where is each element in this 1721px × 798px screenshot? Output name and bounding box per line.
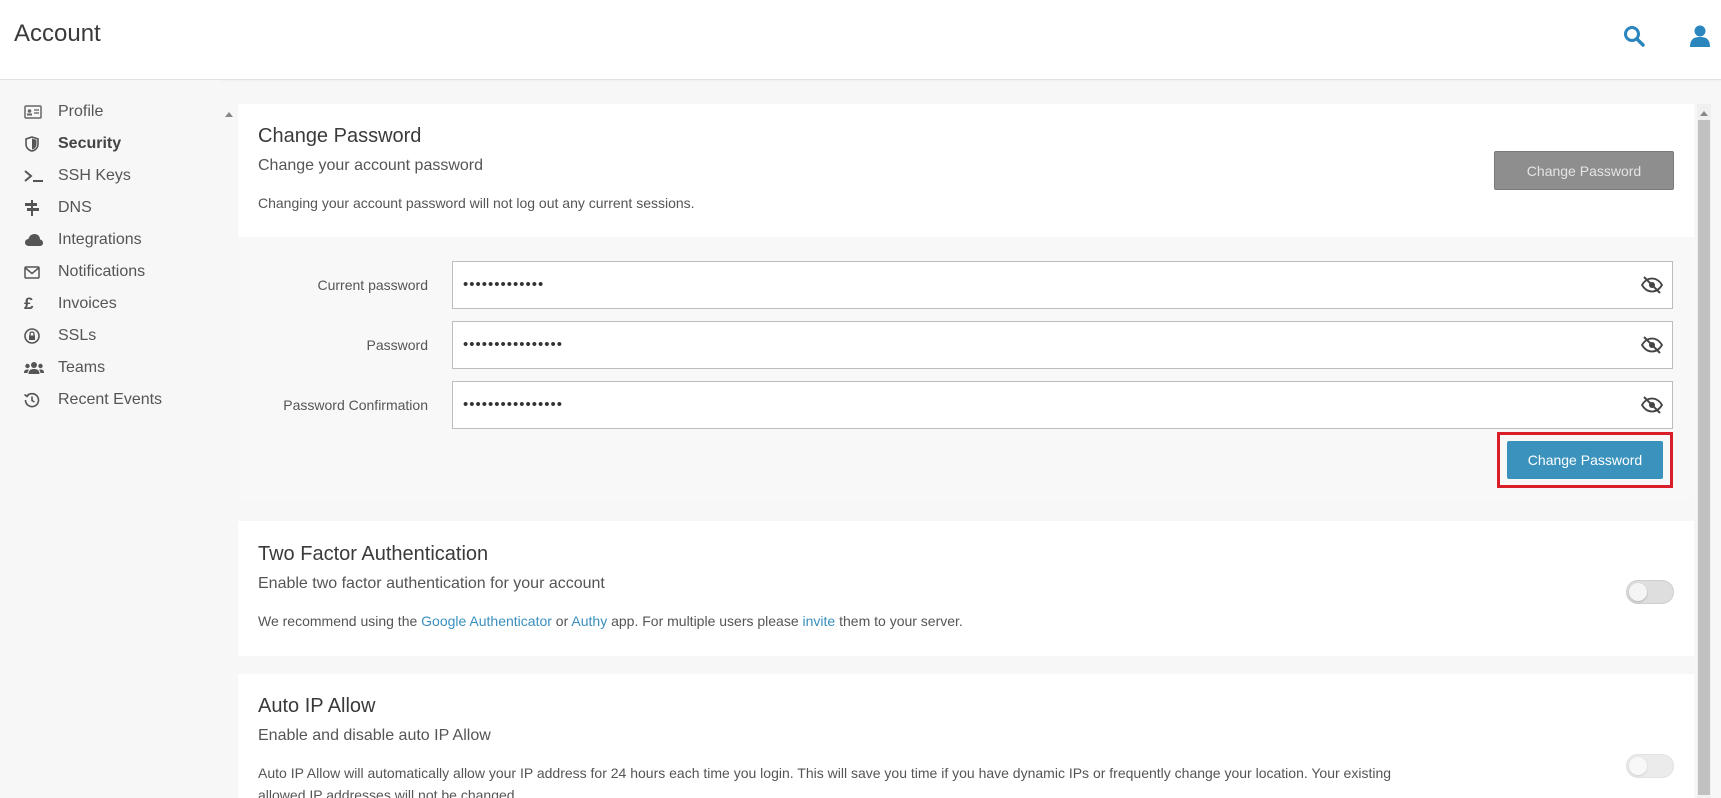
sidebar-item-label: Invoices xyxy=(58,295,117,312)
sidebar-item-ssls[interactable]: SSLs xyxy=(24,323,214,349)
two-factor-toggle[interactable] xyxy=(1626,580,1674,604)
password-confirmation-label: Password Confirmation xyxy=(283,397,428,413)
google-authenticator-link[interactable]: Google Authenticator xyxy=(421,613,552,629)
sidebar-item-label: DNS xyxy=(58,199,92,216)
sidebar-item-teams[interactable]: Teams xyxy=(24,355,214,381)
eye-slash-icon[interactable] xyxy=(1640,395,1664,415)
scroll-up-arrow[interactable] xyxy=(1699,106,1709,116)
authy-link[interactable]: Authy xyxy=(571,613,607,629)
note-text: We recommend using the xyxy=(258,613,422,629)
note-text: them to your server. xyxy=(835,613,963,629)
top-bar: Account xyxy=(0,0,1721,80)
envelope-icon xyxy=(24,263,46,281)
current-password-label: Current password xyxy=(317,277,429,293)
note-text: or xyxy=(551,613,572,629)
page-title: Account xyxy=(14,20,101,47)
sidebar-item-integrations[interactable]: Integrations xyxy=(24,227,214,253)
sidebar-item-profile[interactable]: Profile xyxy=(24,99,214,125)
change-password-note: Changing your account password will not … xyxy=(258,195,695,211)
two-factor-card: Two Factor Authentication Enable two fac… xyxy=(238,521,1694,656)
scrollbar-thumb[interactable] xyxy=(1698,120,1710,795)
auto-ip-card: Auto IP Allow Enable and disable auto IP… xyxy=(238,674,1694,798)
user-icon[interactable] xyxy=(1686,22,1714,50)
sidebar-item-notifications[interactable]: Notifications xyxy=(24,259,214,285)
change-password-toggle-button[interactable]: Change Password xyxy=(1494,151,1674,190)
sidebar-item-invoices[interactable]: £ Invoices xyxy=(24,291,214,317)
auto-ip-title: Auto IP Allow xyxy=(258,695,376,717)
password-confirmation-input[interactable]: •••••••••••••••• xyxy=(452,381,1673,429)
users-icon xyxy=(24,359,46,377)
password-input[interactable]: •••••••••••••••• xyxy=(452,321,1673,369)
sidebar-item-recent-events[interactable]: Recent Events xyxy=(24,387,214,413)
sidebar-item-ssh-keys[interactable]: SSH Keys xyxy=(24,163,214,189)
eye-slash-icon[interactable] xyxy=(1640,335,1664,355)
current-password-input[interactable]: ••••••••••••• xyxy=(452,261,1673,309)
sidebar-item-label: Teams xyxy=(58,359,106,376)
change-password-form: Current password ••••••••••••• Password … xyxy=(238,237,1694,501)
highlight-box: Change Password xyxy=(1497,432,1673,488)
sidebar-item-security[interactable]: Security xyxy=(24,131,214,157)
sidebar-item-label: SSH Keys xyxy=(58,167,131,184)
sidebar-item-label: Recent Events xyxy=(58,391,163,408)
current-password-value: ••••••••••••• xyxy=(463,276,545,293)
sidebar-item-dns[interactable]: DNS xyxy=(24,195,214,221)
pound-icon: £ xyxy=(24,294,34,313)
invite-link[interactable]: invite xyxy=(803,613,836,629)
two-factor-subtitle: Enable two factor authentication for you… xyxy=(258,575,605,592)
lock-badge-icon xyxy=(24,327,46,345)
two-factor-title: Two Factor Authentication xyxy=(258,543,489,565)
content-scrollbar[interactable] xyxy=(1697,104,1711,798)
change-password-submit-button[interactable]: Change Password xyxy=(1507,441,1663,479)
search-icon[interactable] xyxy=(1620,22,1648,50)
terminal-icon xyxy=(24,167,46,185)
eye-slash-icon[interactable] xyxy=(1640,275,1664,295)
sidebar-nav: Profile Security SSH Keys DNS Integratio… xyxy=(0,80,222,798)
change-password-subtitle: Change your account password xyxy=(258,157,484,174)
sidebar-item-label: Integrations xyxy=(58,231,142,248)
note-text: app. For multiple users please xyxy=(607,613,803,629)
change-password-title: Change Password xyxy=(258,125,422,147)
toggle-knob xyxy=(1629,757,1647,775)
auto-ip-subtitle: Enable and disable auto IP Allow xyxy=(258,727,491,744)
id-card-icon xyxy=(24,103,46,121)
sidebar-item-label: Profile xyxy=(58,103,104,120)
sidebar-item-label: SSLs xyxy=(58,327,97,344)
sidebar-scroll-up-arrow[interactable] xyxy=(224,107,234,117)
signpost-icon xyxy=(24,199,46,217)
auto-ip-note-line2: allowed IP addresses will not be changed… xyxy=(258,787,519,798)
password-label: Password xyxy=(366,337,428,353)
password-confirmation-value: •••••••••••••••• xyxy=(463,396,564,413)
auto-ip-note: Auto IP Allow will automatically allow y… xyxy=(258,765,1392,781)
history-icon xyxy=(24,391,46,409)
sidebar-item-label: Security xyxy=(58,135,122,152)
password-value: •••••••••••••••• xyxy=(463,336,564,353)
two-factor-note: We recommend using the Google Authentica… xyxy=(258,613,963,629)
main-content: Change Password Change your account pass… xyxy=(238,104,1694,798)
sidebar-item-label: Notifications xyxy=(58,263,146,280)
change-password-card: Change Password Change your account pass… xyxy=(238,104,1694,501)
auto-ip-toggle[interactable] xyxy=(1626,754,1674,778)
toggle-knob xyxy=(1629,583,1647,601)
cloud-icon xyxy=(24,231,46,249)
shield-icon xyxy=(24,135,46,153)
